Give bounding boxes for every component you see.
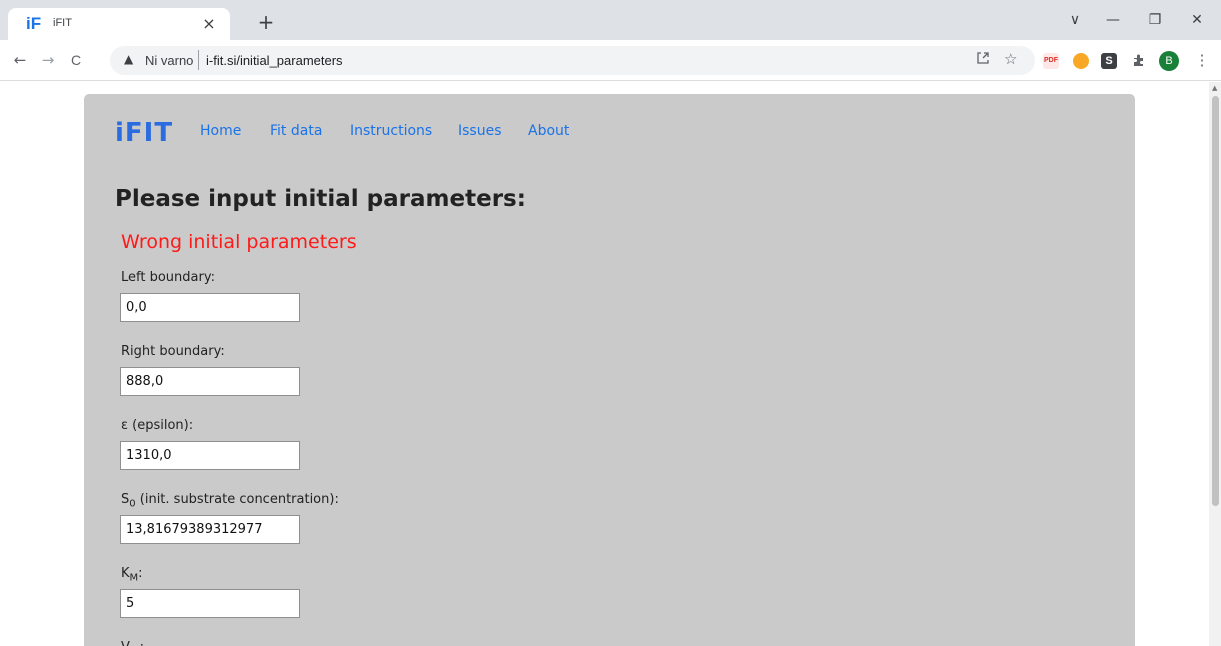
right-boundary-label: Right boundary: [121, 344, 225, 359]
url-separator [198, 50, 199, 70]
back-icon[interactable]: ← [8, 48, 32, 72]
extension-pdf-icon[interactable]: PDF [1043, 53, 1059, 69]
km-label: KM: [121, 566, 143, 584]
right-boundary-input[interactable] [120, 367, 300, 396]
extension-s-icon[interactable]: S [1101, 53, 1117, 69]
minimize-icon[interactable]: — [1098, 8, 1128, 32]
nav-link-instructions[interactable]: Instructions [350, 123, 432, 139]
address-bar[interactable]: ▲ Ni varno i-fit.si/initial_parameters ☆ [110, 46, 1035, 75]
km-input[interactable] [120, 589, 300, 618]
s0-label: S0 (init. substrate concentration): [121, 492, 339, 510]
security-status[interactable]: Ni varno [145, 53, 193, 68]
share-icon[interactable] [976, 51, 990, 69]
nav-link-issues[interactable]: Issues [458, 123, 502, 139]
reload-icon[interactable]: C [64, 48, 88, 72]
s0-input[interactable] [120, 515, 300, 544]
left-boundary-label: Left boundary: [121, 270, 215, 285]
vertical-scrollbar[interactable]: ▲ [1209, 82, 1221, 646]
nav-link-about[interactable]: About [528, 123, 569, 139]
browser-tab[interactable]: iF iFIT × [8, 8, 230, 40]
left-boundary-input[interactable] [120, 293, 300, 322]
tab-strip: iF iFIT × + ∨ — ❐ ✕ [0, 0, 1221, 40]
s0-label-rest: (init. substrate concentration): [135, 492, 339, 507]
bookmark-star-icon[interactable]: ☆ [1004, 50, 1017, 68]
url-text[interactable]: i-fit.si/initial_parameters [206, 53, 343, 68]
site-logo[interactable]: iFIT [115, 118, 173, 148]
window-close-icon[interactable]: ✕ [1182, 8, 1212, 32]
tab-favicon: iF [26, 14, 42, 33]
vm-label-rest: : [140, 640, 144, 646]
scroll-up-arrow-icon[interactable]: ▲ [1212, 84, 1217, 92]
nav-link-fit-data[interactable]: Fit data [270, 123, 322, 139]
forward-icon[interactable]: → [36, 48, 60, 72]
tab-close-icon[interactable]: × [199, 14, 219, 34]
main-card: iFIT Home Fit data Instructions Issues A… [84, 94, 1135, 646]
page-title: Please input initial parameters: [115, 186, 526, 212]
new-tab-icon[interactable]: + [254, 11, 278, 35]
extension-clock-icon[interactable] [1073, 53, 1089, 69]
km-label-main: K [121, 566, 130, 581]
page-viewport: ▲ iFIT Home Fit data Instructions Issues… [0, 82, 1221, 646]
epsilon-input[interactable] [120, 441, 300, 470]
scrollbar-thumb[interactable] [1212, 96, 1219, 506]
vm-label: Vm: [121, 640, 144, 646]
nav-link-home[interactable]: Home [200, 123, 241, 139]
restore-icon[interactable]: ❐ [1140, 8, 1170, 32]
not-secure-warning-icon[interactable]: ▲ [124, 52, 133, 66]
extensions-puzzle-icon[interactable] [1131, 53, 1147, 69]
epsilon-label: ε (epsilon): [121, 418, 194, 433]
tab-title: iFIT [53, 17, 72, 29]
km-label-sub: M [129, 572, 139, 584]
km-label-rest: : [138, 566, 143, 581]
profile-avatar[interactable]: B [1159, 51, 1179, 71]
browser-toolbar: ← → C ▲ Ni varno i-fit.si/initial_parame… [0, 40, 1221, 81]
tab-search-icon[interactable]: ∨ [1060, 8, 1090, 32]
browser-menu-icon[interactable]: ⋮ [1194, 53, 1210, 69]
error-message: Wrong initial parameters [121, 231, 357, 253]
vm-label-main: V [121, 640, 130, 646]
